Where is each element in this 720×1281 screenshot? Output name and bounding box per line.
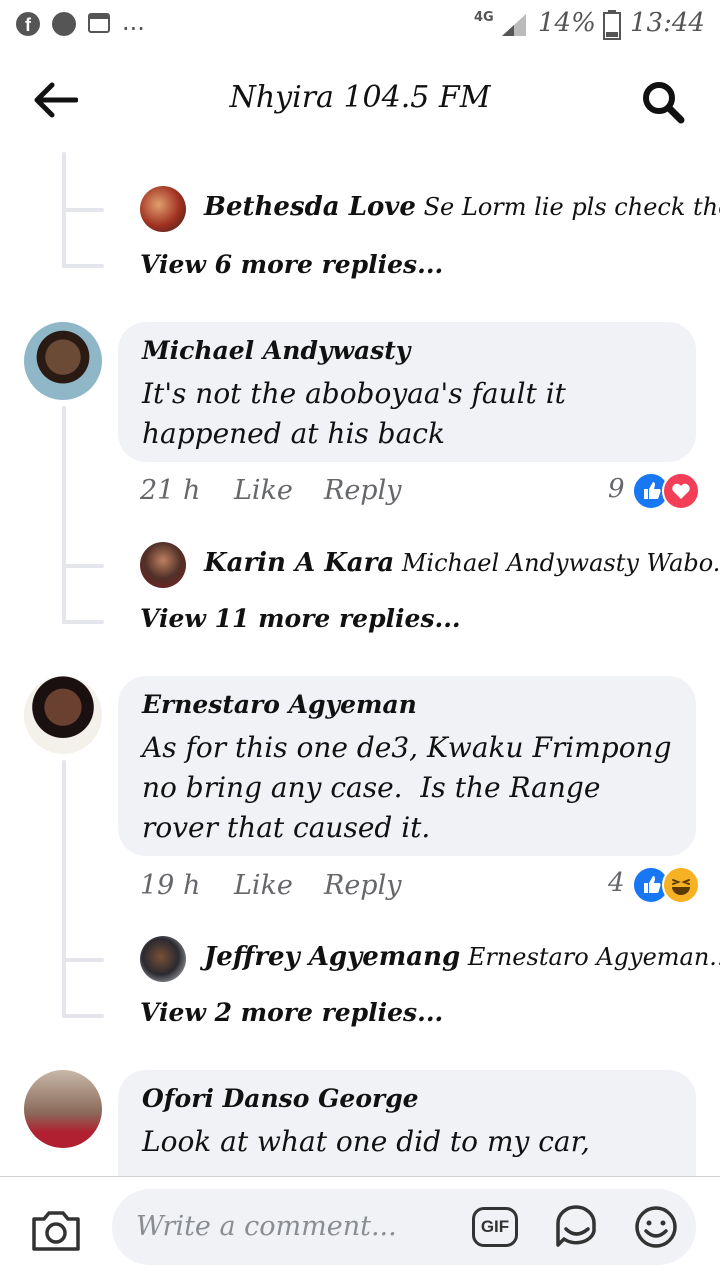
facebook-notification-icon: f (16, 12, 40, 36)
sticker-icon[interactable] (552, 1203, 600, 1251)
search-icon[interactable] (640, 80, 686, 124)
reaction-count[interactable]: 4 (608, 868, 625, 898)
comment-text: As for this one de3, Kwaku Frimpong no b… (142, 728, 682, 848)
gif-button[interactable]: GIF (472, 1207, 518, 1247)
haha-icon[interactable] (662, 866, 700, 904)
battery-icon (603, 10, 621, 40)
avatar[interactable] (140, 542, 186, 588)
view-more-replies[interactable]: View 11 more replies... (140, 604, 461, 633)
clock: 13:44 (630, 8, 705, 38)
comment-line: rover that caused it. (142, 811, 431, 844)
reply-author: Bethesda Love (204, 192, 416, 222)
thread-branch (62, 958, 104, 962)
comment-text: It's not the aboboyaa's fault it happene… (142, 374, 682, 454)
comment-line: It's not the aboboyaa's fault it (142, 377, 566, 410)
reply-preview[interactable]: Jeffrey Agyemang Ernestaro Agyeman... (204, 942, 720, 972)
more-notifications: ... (122, 8, 145, 36)
like-button[interactable]: Like (234, 475, 293, 506)
network-type: 4G (474, 10, 494, 25)
thread-line (62, 760, 66, 1016)
avatar[interactable] (24, 676, 102, 754)
reply-preview[interactable]: Bethesda Love Se Lorm lie pls check the.… (204, 192, 720, 222)
reply-text: Se Lorm lie pls check the... (423, 193, 720, 221)
emoji-icon[interactable] (632, 1203, 680, 1251)
reply-text: Michael Andywasty Wabo... (401, 549, 720, 577)
avatar[interactable] (140, 186, 186, 232)
thread-branch (62, 1014, 104, 1018)
reply-author: Jeffrey Agyemang (204, 942, 461, 972)
comment-bubble[interactable]: Ernestaro Agyeman As for this one de3, K… (118, 676, 696, 856)
page-title: Nhyira 104.5 FM (229, 80, 491, 115)
gif-label: GIF (480, 1217, 510, 1236)
reply-author: Karin A Kara (204, 548, 395, 578)
thread-line (62, 406, 66, 624)
comment-line: no bring any case. Is the Range (142, 771, 601, 804)
reaction-count[interactable]: 9 (608, 474, 625, 504)
comment-text: Look at what one did to my car, (142, 1122, 682, 1162)
thread-branch (62, 564, 104, 568)
reply-preview[interactable]: Karin A Kara Michael Andywasty Wabo... (204, 548, 720, 578)
thread-branch (62, 620, 104, 624)
comment-line: As for this one de3, Kwaku Frimpong (142, 731, 672, 764)
app-header: Nhyira 104.5 FM (0, 52, 720, 148)
messenger-notification-icon (52, 12, 76, 36)
comment-bubble[interactable]: Michael Andywasty It's not the aboboyaa'… (118, 322, 696, 462)
comment-input[interactable]: Write a comment... GIF (112, 1189, 696, 1265)
calendar-notification-icon (88, 13, 110, 33)
love-icon[interactable] (662, 472, 700, 510)
comment-composer: Write a comment... GIF (0, 1176, 720, 1281)
comment-author[interactable]: Michael Andywasty (142, 336, 410, 365)
avatar[interactable] (24, 1070, 102, 1148)
avatar[interactable] (24, 322, 102, 400)
view-more-replies[interactable]: View 2 more replies... (140, 998, 443, 1027)
signal-icon (502, 14, 526, 36)
reply-text: Ernestaro Agyeman... (467, 943, 720, 971)
reply-button[interactable]: Reply (324, 475, 401, 506)
comment-line: happened at his back (142, 417, 445, 450)
battery-percent: 14% (538, 8, 596, 38)
reply-button[interactable]: Reply (324, 870, 401, 901)
thread-branch (62, 264, 104, 268)
comment-line: Look at what one did to my car, (142, 1125, 590, 1158)
camera-icon[interactable] (30, 1207, 82, 1253)
comment-author[interactable]: Ofori Danso George (142, 1084, 419, 1113)
view-more-replies[interactable]: View 6 more replies... (140, 250, 443, 279)
comment-time: 21 h (140, 475, 201, 506)
thread-branch (62, 208, 104, 212)
comment-author[interactable]: Ernestaro Agyeman (142, 690, 417, 719)
avatar[interactable] (140, 936, 186, 982)
comment-input-placeholder: Write a comment... (136, 1211, 397, 1242)
status-bar: f ... 4G 14% 13:44 (0, 0, 720, 52)
comment-time: 19 h (140, 870, 201, 901)
like-button[interactable]: Like (234, 870, 293, 901)
